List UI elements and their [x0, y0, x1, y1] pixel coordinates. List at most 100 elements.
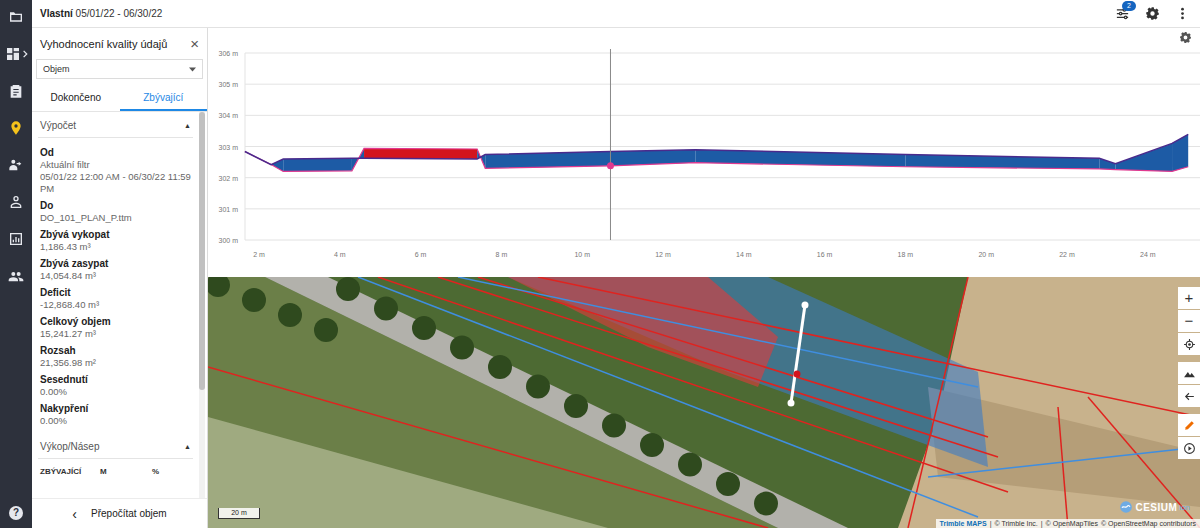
crop-field: [208, 277, 1200, 528]
tree: [488, 355, 512, 379]
volume-segment: [364, 148, 477, 159]
profile-line[interactable]: [791, 305, 805, 403]
tree: [208, 277, 230, 297]
zoom-in-button[interactable]: +: [1178, 287, 1200, 309]
x-tick: 22 m: [1059, 251, 1075, 258]
metric-dropdown[interactable]: Objem: [36, 59, 203, 79]
table-header: ZBÝVAJÍCÍM%: [38, 459, 193, 476]
tree: [450, 336, 474, 360]
nav-item[interactable]: [0, 45, 32, 63]
grid-line: [245, 53, 1200, 54]
person-move-icon: [8, 157, 24, 173]
person-icon: [8, 194, 24, 210]
tree: [640, 433, 664, 457]
panel-title: Vyhodnocení kvality údajů: [40, 38, 167, 50]
tree: [278, 303, 302, 327]
quality-panel: Vyhodnocení kvality údajů × Objem Dokončeno…: [32, 28, 208, 528]
verge: [208, 277, 778, 528]
scrollbar-thumb[interactable]: [199, 112, 205, 390]
filter-count-badge: 2: [1122, 1, 1136, 11]
zoom-out-button[interactable]: −: [1178, 310, 1200, 332]
map-canvas[interactable]: [208, 277, 1200, 528]
y-tick: 306 m: [219, 50, 239, 57]
clipboard-icon: [8, 83, 24, 99]
design-line: [478, 277, 988, 437]
y-tick: 301 m: [219, 206, 239, 213]
report-chart-icon: [8, 231, 24, 247]
cursor-line[interactable]: [610, 49, 611, 240]
tree: [754, 492, 778, 516]
help-button[interactable]: ?: [9, 506, 23, 520]
gear-icon: [1179, 31, 1192, 44]
map[interactable]: +−20 mCESIUMionTrimble MAPS|© Trimble In…: [208, 277, 1200, 528]
y-tick: 300 m: [219, 237, 239, 244]
tree: [526, 375, 550, 399]
field: DoDO_101_PLAN_P.ttm: [40, 199, 191, 224]
date-filter[interactable]: Vlastní 05/01/22 - 06/30/22: [40, 8, 162, 19]
profile-cursor: [794, 371, 801, 378]
terrain-button[interactable]: [1178, 362, 1200, 384]
x-tick: 24 m: [1140, 251, 1156, 258]
close-button[interactable]: ×: [190, 36, 199, 51]
design-line: [538, 277, 1200, 417]
more-menu-button[interactable]: [1172, 4, 1192, 24]
field: Zbývá vykopat1,186.43 m³: [40, 228, 191, 253]
boundary-line: [458, 277, 978, 387]
x-tick: 16 m: [817, 251, 833, 258]
play-button[interactable]: [1178, 437, 1200, 459]
x-tick: 10 m: [574, 251, 590, 258]
cesium-logo: CESIUMion: [1119, 500, 1190, 514]
field: Deficit-12,868.40 m³: [40, 286, 191, 311]
tree: [242, 288, 266, 312]
nav-item[interactable]: [0, 82, 32, 100]
boundary-line: [928, 447, 1200, 477]
design-area-fill: [508, 277, 988, 467]
tab[interactable]: Zbývající: [120, 85, 208, 111]
field: Rozsah21,356.98 m²: [40, 344, 191, 369]
chart-settings-button[interactable]: [1178, 31, 1192, 45]
design-line: [1088, 397, 1200, 528]
settings-button[interactable]: [1142, 4, 1162, 24]
location-pin-icon: [8, 120, 24, 136]
section-header[interactable]: Výpočet▲: [38, 112, 193, 138]
tree: [412, 316, 436, 340]
back-button[interactable]: [1178, 385, 1200, 407]
design-area-cut: [508, 277, 778, 387]
panel-header: Vyhodnocení kvality údajů ×: [32, 28, 207, 57]
tree: [564, 394, 588, 418]
nav-item[interactable]: [0, 8, 32, 26]
profile-end[interactable]: [802, 302, 809, 309]
field: Nakypření0.00%: [40, 402, 191, 427]
volume-segment: [1099, 158, 1115, 169]
x-tick: 6 m: [415, 251, 427, 258]
section-header[interactable]: Výkop/Násep▲: [38, 433, 193, 459]
profile-chart: 306 m305 m304 m303 m302 m301 m300 m2 m4 …: [208, 28, 1200, 277]
y-tick: 302 m: [219, 175, 239, 182]
draw-button[interactable]: [1178, 414, 1200, 436]
content: 306 m305 m304 m303 m302 m301 m300 m2 m4 …: [208, 28, 1200, 528]
filter-button[interactable]: 2: [1112, 4, 1132, 24]
arrow-left-icon: [1183, 390, 1196, 403]
field: Sesednutí0.00%: [40, 373, 191, 398]
x-tick: 4 m: [334, 251, 346, 258]
recalculate-button[interactable]: ‹Přepočítat objem: [32, 498, 207, 528]
dashboard-icon: [5, 46, 21, 62]
locate-button[interactable]: [1178, 333, 1200, 355]
tab[interactable]: Dokončeno: [32, 85, 120, 111]
gear-icon: [1145, 6, 1160, 21]
pale-field: [208, 417, 608, 528]
grid-line: [245, 208, 1200, 209]
profile-end[interactable]: [788, 400, 795, 407]
chart-canvas: 306 m305 m304 m303 m302 m301 m300 m2 m4 …: [208, 28, 1200, 277]
nav-item[interactable]: [0, 193, 32, 211]
nav-item[interactable]: [0, 119, 32, 137]
nav-item[interactable]: [0, 156, 32, 174]
x-tick: 8 m: [496, 251, 508, 258]
main: Vlastní 05/01/22 - 06/30/22 2 Vyhodnocení …: [32, 0, 1200, 528]
scrollbar[interactable]: [199, 112, 205, 498]
nav-item[interactable]: [0, 267, 32, 285]
grid-line: [245, 115, 1200, 116]
app: ? Vlastní 05/01/22 - 06/30/22 2 Vyhodnocení…: [0, 0, 1200, 528]
nav-item[interactable]: [0, 230, 32, 248]
y-tick: 303 m: [219, 144, 239, 151]
